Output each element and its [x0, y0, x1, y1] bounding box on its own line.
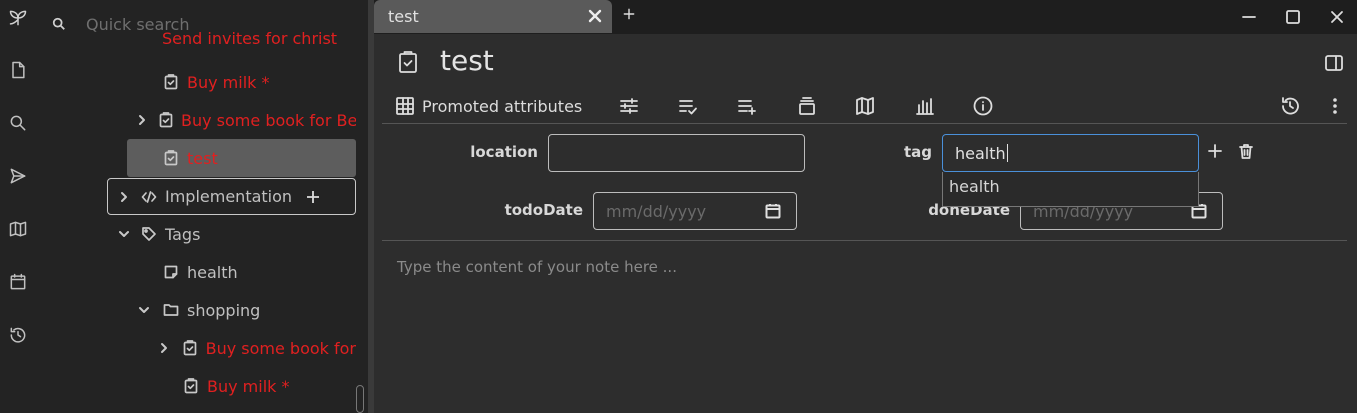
calendar-icon[interactable] — [4, 268, 32, 296]
search-icon[interactable] — [4, 109, 32, 137]
info-icon[interactable] — [972, 92, 994, 120]
calendar-icon[interactable] — [764, 202, 782, 220]
chevron-right-icon[interactable] — [157, 340, 172, 356]
tree-item[interactable]: Buy some book for Be — [136, 104, 356, 136]
todo-note-icon[interactable] — [396, 50, 420, 74]
todo-note-icon — [158, 111, 174, 129]
tree-item-label: Send invites for christ — [162, 29, 338, 48]
tree-item-label: Buy milk * — [187, 72, 270, 92]
table-icon — [396, 97, 414, 115]
toggle-right-pane-icon[interactable] — [1324, 53, 1346, 75]
tag-icon — [140, 225, 158, 243]
close-window-icon[interactable] — [1328, 8, 1346, 26]
tree-item-label: Buy some book for Be — [181, 110, 356, 130]
maximize-icon[interactable] — [1284, 8, 1302, 26]
tree-item-label: Implementation — [165, 187, 293, 206]
ribbon-toolbar: Promoted attributes — [382, 90, 1347, 124]
note-content-editor[interactable]: Type the content of your note here ... — [397, 258, 677, 276]
todoDate-input[interactable]: mm/dd/yyyy — [593, 192, 797, 230]
collection-icon[interactable] — [796, 92, 818, 120]
tree-item[interactable]: Buy milk * — [182, 370, 356, 402]
todo-note-icon — [162, 149, 180, 167]
tree-item-label: Tags — [165, 224, 201, 244]
chevron-right-icon[interactable] — [136, 112, 148, 128]
note-icon — [162, 263, 180, 281]
tree-item-label: Buy milk * — [207, 376, 290, 396]
map-icon[interactable] — [854, 92, 876, 120]
more-menu-icon[interactable] — [1324, 92, 1346, 120]
tree-item-selected[interactable]: test — [127, 139, 356, 177]
tree-item[interactable]: health — [162, 256, 356, 288]
chevron-right-icon[interactable] — [116, 189, 132, 205]
tree-item[interactable]: Buy milk * — [162, 66, 356, 98]
chevron-down-icon[interactable] — [136, 302, 152, 318]
divider — [382, 240, 1347, 241]
search-icon — [52, 16, 68, 32]
checklist-icon[interactable] — [677, 92, 699, 120]
tab-bar: test — [374, 0, 1357, 34]
todo-note-icon — [182, 377, 200, 395]
todo-note-icon — [182, 339, 199, 357]
history-icon[interactable] — [4, 321, 32, 349]
app-logo-icon[interactable] — [4, 4, 32, 32]
tree-item-label: Buy some book for — [205, 338, 356, 358]
minimize-icon[interactable] — [1240, 8, 1258, 26]
note-detail: test Promoted attributes location tag he… — [374, 34, 1357, 413]
tree-item[interactable]: Send invites for christ — [162, 28, 356, 52]
date-placeholder: mm/dd/yyyy — [606, 201, 707, 221]
note-tree-pane: Quick search Send invites for christ Buy… — [36, 0, 368, 413]
new-note-icon[interactable] — [4, 56, 32, 84]
revision-history-icon[interactable] — [1279, 92, 1301, 120]
map-icon[interactable] — [4, 215, 32, 243]
tab-test[interactable]: test — [374, 0, 612, 33]
tree-item-label: health — [187, 262, 238, 282]
folder-icon — [162, 301, 180, 319]
send-icon[interactable] — [4, 162, 32, 190]
tree-item[interactable]: Buy some book for — [157, 332, 356, 364]
stats-icon[interactable] — [914, 92, 936, 120]
attr-label-location: location — [470, 143, 538, 161]
tab-label: test — [388, 7, 419, 26]
tree-item-label: test — [187, 148, 218, 168]
new-tab-icon[interactable] — [622, 6, 640, 24]
delete-attribute-icon[interactable] — [1237, 142, 1257, 162]
autocomplete-dropdown: health — [942, 172, 1199, 207]
close-tab-icon[interactable] — [588, 8, 604, 24]
chevron-down-icon[interactable] — [116, 226, 132, 242]
code-icon — [140, 188, 158, 206]
attr-label-tag: tag — [903, 143, 932, 161]
add-list-icon[interactable] — [736, 92, 758, 120]
tree-item-implementation[interactable]: Implementation — [107, 178, 356, 215]
tag-input-value: health — [955, 143, 1006, 163]
tree-item[interactable]: shopping — [136, 294, 356, 326]
add-attribute-icon[interactable] — [1206, 142, 1226, 162]
add-child-icon[interactable] — [306, 190, 320, 204]
options-icon[interactable] — [618, 92, 640, 120]
autocomplete-option[interactable]: health — [949, 177, 1000, 196]
location-input[interactable] — [548, 134, 805, 172]
text-caret — [1006, 144, 1008, 162]
launcher-bar — [0, 0, 36, 413]
tab-promoted-attributes[interactable]: Promoted attributes — [394, 92, 582, 120]
tag-input[interactable]: health — [942, 134, 1199, 172]
attr-label-todoDate: todoDate — [504, 201, 583, 219]
tree-scrollbar[interactable] — [356, 385, 364, 413]
ribbon-tab-label: Promoted attributes — [422, 96, 583, 116]
tree-item[interactable]: Tags — [116, 218, 356, 250]
tree-item-label: shopping — [187, 300, 261, 320]
todo-note-icon — [162, 73, 180, 91]
note-title[interactable]: test — [440, 44, 494, 77]
